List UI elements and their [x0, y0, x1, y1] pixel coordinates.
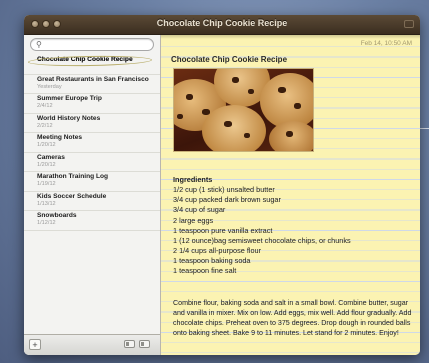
note-item-chocolate-chip-cookie-recipe[interactable]: Chocolate Chip Cookie Recipe — [24, 54, 160, 75]
note-item-date: Yesterday — [37, 83, 62, 90]
ingredient-line: 1 teaspoon baking soda — [173, 256, 251, 266]
add-note-button[interactable]: + — [29, 339, 41, 350]
ingredients-heading: Ingredients — [173, 175, 213, 184]
ingredient-line: 3/4 cup of sugar — [173, 205, 226, 215]
window-title: Chocolate Chip Cookie Recipe — [156, 18, 288, 28]
search-field[interactable]: ⚲ — [30, 38, 154, 51]
ingredient-line: 1/2 cup (1 stick) unsalted butter — [173, 185, 275, 195]
note-editor[interactable]: Feb 14, 10:50 AM Chocolate Chip Cookie R… — [161, 35, 420, 355]
ingredient-line: 3/4 cup packed dark brown sugar — [173, 195, 281, 205]
note-item-title: Great Restaurants in San Francisco — [37, 75, 149, 83]
ingredient-line: 1 teaspoon pure vanilla extract — [173, 225, 273, 235]
note-item-cameras[interactable]: Cameras 1/20/12 — [24, 153, 160, 172]
note-item-meeting-notes[interactable]: Meeting Notes 1/20/12 — [24, 133, 160, 153]
note-item-great-restaurants[interactable]: Great Restaurants in San Francisco Yeste… — [24, 75, 160, 94]
note-item-title: Summer Europe Trip — [37, 95, 102, 102]
note-item-date: 1/12/12 — [37, 220, 56, 226]
note-item-title: Kids Soccer Schedule — [37, 192, 107, 200]
ingredient-line: 2 large eggs — [173, 215, 214, 225]
note-item-snowboards[interactable]: Snowboards 1/12/12 — [24, 211, 160, 231]
note-date: Feb 14, 10:50 AM — [360, 40, 412, 47]
fullscreen-button[interactable] — [404, 20, 414, 28]
note-item-title: Marathon Training Log — [37, 173, 109, 180]
note-item-title: Snowboards — [37, 212, 77, 219]
cookie-photo — [173, 68, 314, 152]
ingredient-line: 2 1/4 cups all-purpose flour — [173, 246, 262, 256]
note-title: Chocolate Chip Cookie Recipe — [171, 55, 288, 64]
list-view-icon[interactable] — [124, 340, 135, 348]
ingredient-line: 1 (12 ounce)bag semisweet chocolate chip… — [173, 235, 351, 245]
note-item-date: 1/13/12 — [37, 200, 56, 207]
split-view-icon[interactable] — [139, 340, 150, 348]
ingredient-line: 1 teaspoon fine salt — [173, 266, 237, 276]
notes-window: Chocolate Chip Cookie Recipe ⚲ Chocolate… — [24, 15, 420, 355]
note-item-title: Cameras — [37, 153, 65, 161]
note-item-marathon-training-log[interactable]: Marathon Training Log 1/19/12 — [24, 172, 160, 192]
note-item-kids-soccer-schedule[interactable]: Kids Soccer Schedule 1/13/12 — [24, 192, 160, 211]
note-item-date: 1/20/12 — [37, 161, 56, 168]
note-item-date: 1/19/12 — [37, 181, 56, 187]
note-directions: Combine flour, baking soda and salt in a… — [173, 299, 412, 338]
notes-sidebar: ⚲ Chocolate Chip Cookie Recipe Great Res… — [24, 35, 161, 355]
note-item-world-history-notes[interactable]: World History Notes 2/2/12 — [24, 114, 160, 133]
note-ingredients: Ingredients 1/2 cup (1 stick) unsalted b… — [173, 175, 413, 277]
note-item-title: World History Notes — [37, 114, 101, 122]
note-item-summer-europe-trip[interactable]: Summer Europe Trip 2/4/12 — [24, 94, 160, 114]
note-item-date: 2/4/12 — [37, 103, 53, 109]
note-item-title: Meeting Notes — [37, 134, 83, 141]
search-icon: ⚲ — [36, 40, 42, 49]
notes-list: Chocolate Chip Cookie Recipe Great Resta… — [24, 54, 160, 231]
title-bar: Chocolate Chip Cookie Recipe — [24, 15, 420, 35]
note-item-date: 1/20/12 — [37, 142, 56, 148]
note-item-date: 2/2/12 — [37, 122, 53, 129]
sidebar-toolbar: + — [24, 334, 160, 355]
